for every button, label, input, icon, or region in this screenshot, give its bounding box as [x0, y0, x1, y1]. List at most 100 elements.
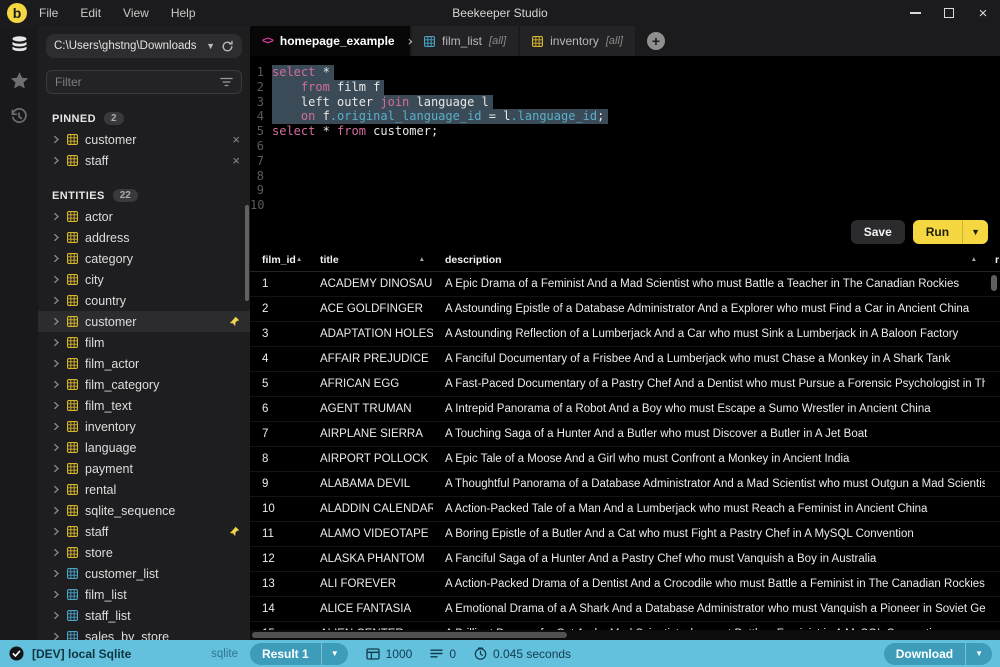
table-row[interactable]: 14ALICE FANTASIAA Emotional Drama of a A…: [250, 597, 1000, 622]
sql-editor[interactable]: 1select *2 from film f3 left outer join …: [250, 56, 1000, 218]
entity-item-inventory[interactable]: inventory: [38, 416, 250, 437]
entity-item-label: payment: [85, 462, 133, 476]
result-selector-button[interactable]: Result 1: [250, 643, 321, 665]
filter-icon[interactable]: [220, 77, 233, 87]
entity-item-label: film_actor: [85, 357, 139, 371]
download-button[interactable]: Download: [884, 643, 965, 665]
menu-file[interactable]: File: [39, 6, 58, 20]
pin-icon[interactable]: [229, 316, 240, 327]
table-row[interactable]: 10ALADDIN CALENDARA Action-Packed Tale o…: [250, 497, 1000, 522]
new-tab-button[interactable]: +: [647, 32, 665, 50]
table-row[interactable]: 13ALI FOREVERA Action-Packed Drama of a …: [250, 572, 1000, 597]
table-row[interactable]: 8AIRPORT POLLOCKA Epic Tale of a Moose A…: [250, 447, 1000, 472]
entity-item-language[interactable]: language: [38, 437, 250, 458]
tab-suffix: [all]: [489, 35, 506, 47]
result-selector-caret[interactable]: ▼: [321, 643, 348, 665]
entity-item-rental[interactable]: rental: [38, 479, 250, 500]
connection-selector[interactable]: C:\Users\ghstng\Downloads ▼: [46, 34, 242, 58]
chevron-right-icon: [52, 380, 60, 389]
entity-filter-input[interactable]: Filter: [46, 70, 242, 94]
minimize-button[interactable]: [898, 0, 932, 26]
entity-item-film_actor[interactable]: film_actor: [38, 353, 250, 374]
sort-icon[interactable]: ▲: [971, 256, 977, 263]
sort-icon[interactable]: ▲: [419, 256, 425, 263]
entity-item-category[interactable]: category: [38, 248, 250, 269]
chevron-right-icon: [52, 506, 60, 515]
affected-count-value: 0: [449, 647, 456, 661]
column-header-title[interactable]: title▲: [308, 248, 433, 271]
download-options-caret[interactable]: ▼: [965, 643, 992, 665]
chevron-right-icon: [52, 212, 60, 221]
cell-film-id: 3: [250, 328, 308, 340]
chevron-right-icon: [52, 422, 60, 431]
unpin-icon[interactable]: ×: [232, 154, 240, 167]
run-options-caret[interactable]: ▼: [962, 220, 988, 244]
favorites-star-icon[interactable]: [0, 62, 38, 98]
entity-item-label: country: [85, 294, 126, 308]
results-body: 1ACADEMY DINOSAURA Epic Drama of a Femin…: [250, 272, 1000, 631]
entity-item-customer_list[interactable]: customer_list: [38, 563, 250, 584]
table-row[interactable]: 5AFRICAN EGGA Fast-Paced Documentary of …: [250, 372, 1000, 397]
table-row[interactable]: 4AFFAIR PREJUDICEA Fanciful Documentary …: [250, 347, 1000, 372]
entity-item-store[interactable]: store: [38, 542, 250, 563]
save-button[interactable]: Save: [851, 220, 905, 244]
entity-item-film[interactable]: film: [38, 332, 250, 353]
view-icon: [67, 568, 78, 579]
entity-item-sales_by_store[interactable]: sales_by_store: [38, 626, 250, 640]
pinned-item-customer[interactable]: customer×: [38, 129, 250, 150]
entity-item-payment[interactable]: payment: [38, 458, 250, 479]
entity-item-address[interactable]: address: [38, 227, 250, 248]
table-icon: [67, 253, 78, 264]
table-row[interactable]: 2ACE GOLDFINGERA Astounding Epistle of a…: [250, 297, 1000, 322]
entity-item-staff[interactable]: staff: [38, 521, 250, 542]
sidebar-scrollbar[interactable]: [245, 205, 249, 301]
table-row[interactable]: 7AIRPLANE SIERRAA Touching Saga of a Hun…: [250, 422, 1000, 447]
menu-help[interactable]: Help: [171, 6, 196, 20]
column-header-description[interactable]: description▲: [433, 248, 985, 271]
refresh-icon[interactable]: [221, 40, 234, 53]
sort-icon[interactable]: ▲: [296, 256, 302, 263]
entity-item-actor[interactable]: actor: [38, 206, 250, 227]
table-row[interactable]: 9ALABAMA DEVILA Thoughtful Panorama of a…: [250, 472, 1000, 497]
entity-item-sqlite_sequence[interactable]: sqlite_sequence: [38, 500, 250, 521]
chevron-right-icon: [52, 401, 60, 410]
maximize-button[interactable]: [932, 0, 966, 26]
table-row[interactable]: 3ADAPTATION HOLESA Astounding Reflection…: [250, 322, 1000, 347]
tab-homepage_example[interactable]: <>homepage_example×: [250, 26, 410, 56]
entity-item-country[interactable]: country: [38, 290, 250, 311]
view-icon: [67, 589, 78, 600]
tab-inventory[interactable]: inventory[all]: [520, 26, 635, 56]
tab-film_list[interactable]: film_list[all]: [412, 26, 518, 56]
results-vertical-scrollbar[interactable]: [991, 275, 997, 291]
close-button[interactable]: ×: [966, 0, 1000, 26]
entity-item-customer[interactable]: customer: [38, 311, 250, 332]
entity-item-staff_list[interactable]: staff_list: [38, 605, 250, 626]
menu-view[interactable]: View: [123, 6, 149, 20]
entity-item-film_category[interactable]: film_category: [38, 374, 250, 395]
run-button[interactable]: Run: [913, 220, 962, 244]
cell-film-id: 12: [250, 553, 308, 565]
history-icon[interactable]: [0, 98, 38, 134]
entity-item-city[interactable]: city: [38, 269, 250, 290]
code-line: 2 from film f: [250, 80, 1000, 95]
entity-item-film_text[interactable]: film_text: [38, 395, 250, 416]
pinned-count-badge: 2: [104, 112, 124, 125]
run-button-group: Run ▼: [913, 220, 988, 244]
database-icon[interactable]: [0, 26, 38, 62]
entity-item-film_list[interactable]: film_list: [38, 584, 250, 605]
table-row[interactable]: 6AGENT TRUMANA Intrepid Panorama of a Ro…: [250, 397, 1000, 422]
unpin-icon[interactable]: ×: [232, 133, 240, 146]
pinned-item-staff[interactable]: staff ×: [38, 150, 250, 171]
menu-edit[interactable]: Edit: [80, 6, 101, 20]
pin-icon[interactable]: [229, 526, 240, 537]
table-row[interactable]: 1ACADEMY DINOSAURA Epic Drama of a Femin…: [250, 272, 1000, 297]
column-header-film_id[interactable]: film_id▲: [250, 248, 308, 271]
code-line: 4 on f.original_language_id = l.language…: [250, 109, 1000, 124]
table-row[interactable]: 11ALAMO VIDEOTAPEA Boring Epistle of a B…: [250, 522, 1000, 547]
table-row[interactable]: 12ALASKA PHANTOMA Fanciful Saga of a Hun…: [250, 547, 1000, 572]
code-line: 9: [250, 183, 1000, 198]
duration-value: 0.045 seconds: [493, 647, 571, 661]
results-horizontal-scrollbar[interactable]: [252, 632, 567, 638]
table-icon: [67, 295, 78, 306]
pinned-item-label: staff: [85, 154, 108, 168]
